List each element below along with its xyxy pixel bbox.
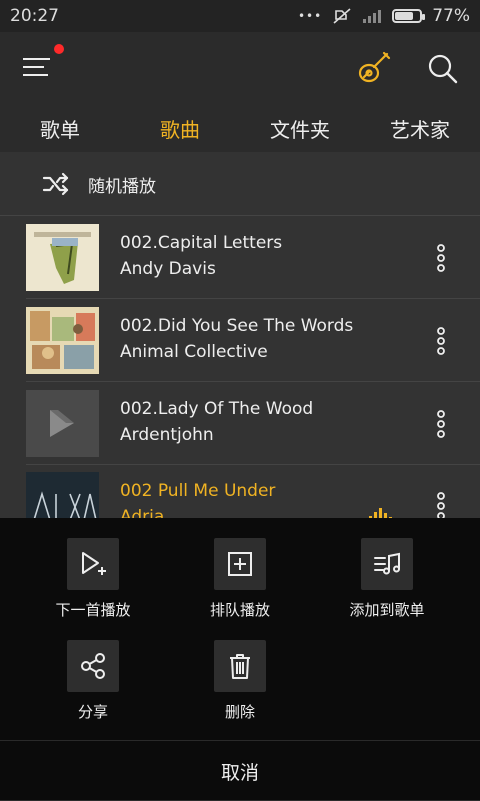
top-toolbar (0, 32, 480, 104)
guitar-button[interactable] (356, 50, 392, 86)
song-row[interactable]: 002.Did You See The Words Animal Collect… (26, 299, 480, 382)
delete-label: 删除 (224, 703, 255, 721)
search-button[interactable] (426, 52, 460, 86)
shuffle-icon (42, 172, 69, 196)
status-icons: ••• 77% (298, 6, 470, 26)
guitar-icon (358, 51, 391, 83)
album-art-leaf (26, 224, 99, 291)
notification-dot (54, 44, 64, 54)
status-bar: 20:27 ••• 77% (0, 0, 480, 32)
song-row[interactable]: 002.Capital Letters Andy Davis (26, 216, 480, 299)
song-artist: Animal Collective (120, 342, 268, 362)
shuffle-play-button[interactable]: 随机播放 (0, 152, 480, 216)
tab-playlists[interactable]: 歌单 (0, 114, 120, 143)
status-dots: ••• (297, 9, 323, 23)
menu-button[interactable] (22, 44, 64, 80)
add-to-playlist-label: 添加到歌单 (349, 601, 425, 619)
album-art-dark (26, 472, 99, 518)
more-options-icon[interactable] (434, 244, 448, 272)
status-time: 20:27 (10, 6, 59, 26)
song-list: 随机播放 002.Capital Letters Andy Davis 002.… (0, 152, 480, 518)
song-artist: Ardentjohn (120, 425, 214, 445)
more-options-icon[interactable] (434, 327, 448, 355)
tab-folders[interactable]: 文件夹 (240, 114, 360, 143)
play-next-label: 下一首播放 (55, 601, 131, 619)
mute-icon (333, 8, 351, 24)
song-title: 002.Capital Letters (120, 233, 283, 253)
play-next-icon (82, 552, 106, 575)
queue-play-button[interactable]: 排队播放 (160, 538, 320, 620)
album-art-painting (26, 307, 99, 374)
play-next-button[interactable]: 下一首播放 (13, 538, 173, 620)
song-artist: Adria (120, 507, 165, 518)
song-artist: Andy Davis (120, 259, 216, 279)
share-label: 分享 (77, 703, 108, 721)
hamburger-icon (23, 58, 50, 76)
tab-songs[interactable]: 歌曲 (120, 114, 240, 143)
cancel-button[interactable]: 取消 (0, 740, 480, 801)
song-title: 002 Pull Me Under (120, 481, 276, 501)
song-title: 002.Lady Of The Wood (120, 399, 314, 419)
song-row-playing[interactable]: 002 Pull Me Under Adria (26, 464, 480, 518)
trash-icon (230, 654, 250, 679)
default-album-play-icon (26, 390, 99, 457)
tab-bar: 歌单 歌曲 文件夹 艺术家 (0, 104, 480, 152)
share-icon (81, 653, 105, 679)
more-options-icon[interactable] (434, 492, 448, 518)
now-playing-equalizer-icon (369, 508, 392, 518)
add-to-playlist-button[interactable]: 添加到歌单 (307, 538, 467, 620)
shuffle-label: 随机播放 (88, 177, 156, 197)
share-button[interactable]: 分享 (13, 640, 173, 722)
song-row[interactable]: 002.Lady Of The Wood Ardentjohn (26, 382, 480, 465)
add-to-playlist-icon (374, 552, 400, 575)
battery-icon (392, 9, 426, 23)
queue-play-label: 排队播放 (209, 601, 270, 619)
tab-artists[interactable]: 艺术家 (360, 114, 480, 143)
search-icon (428, 54, 458, 84)
queue-add-icon (228, 552, 252, 576)
battery-percent: 77% (432, 6, 470, 26)
more-options-icon[interactable] (434, 410, 448, 438)
signal-icon (363, 10, 382, 23)
action-sheet: 下一首播放 排队播放 添加到歌单 分享 删除 取消 (0, 518, 480, 800)
delete-button[interactable]: 删除 (160, 640, 320, 722)
song-title: 002.Did You See The Words (120, 316, 354, 336)
